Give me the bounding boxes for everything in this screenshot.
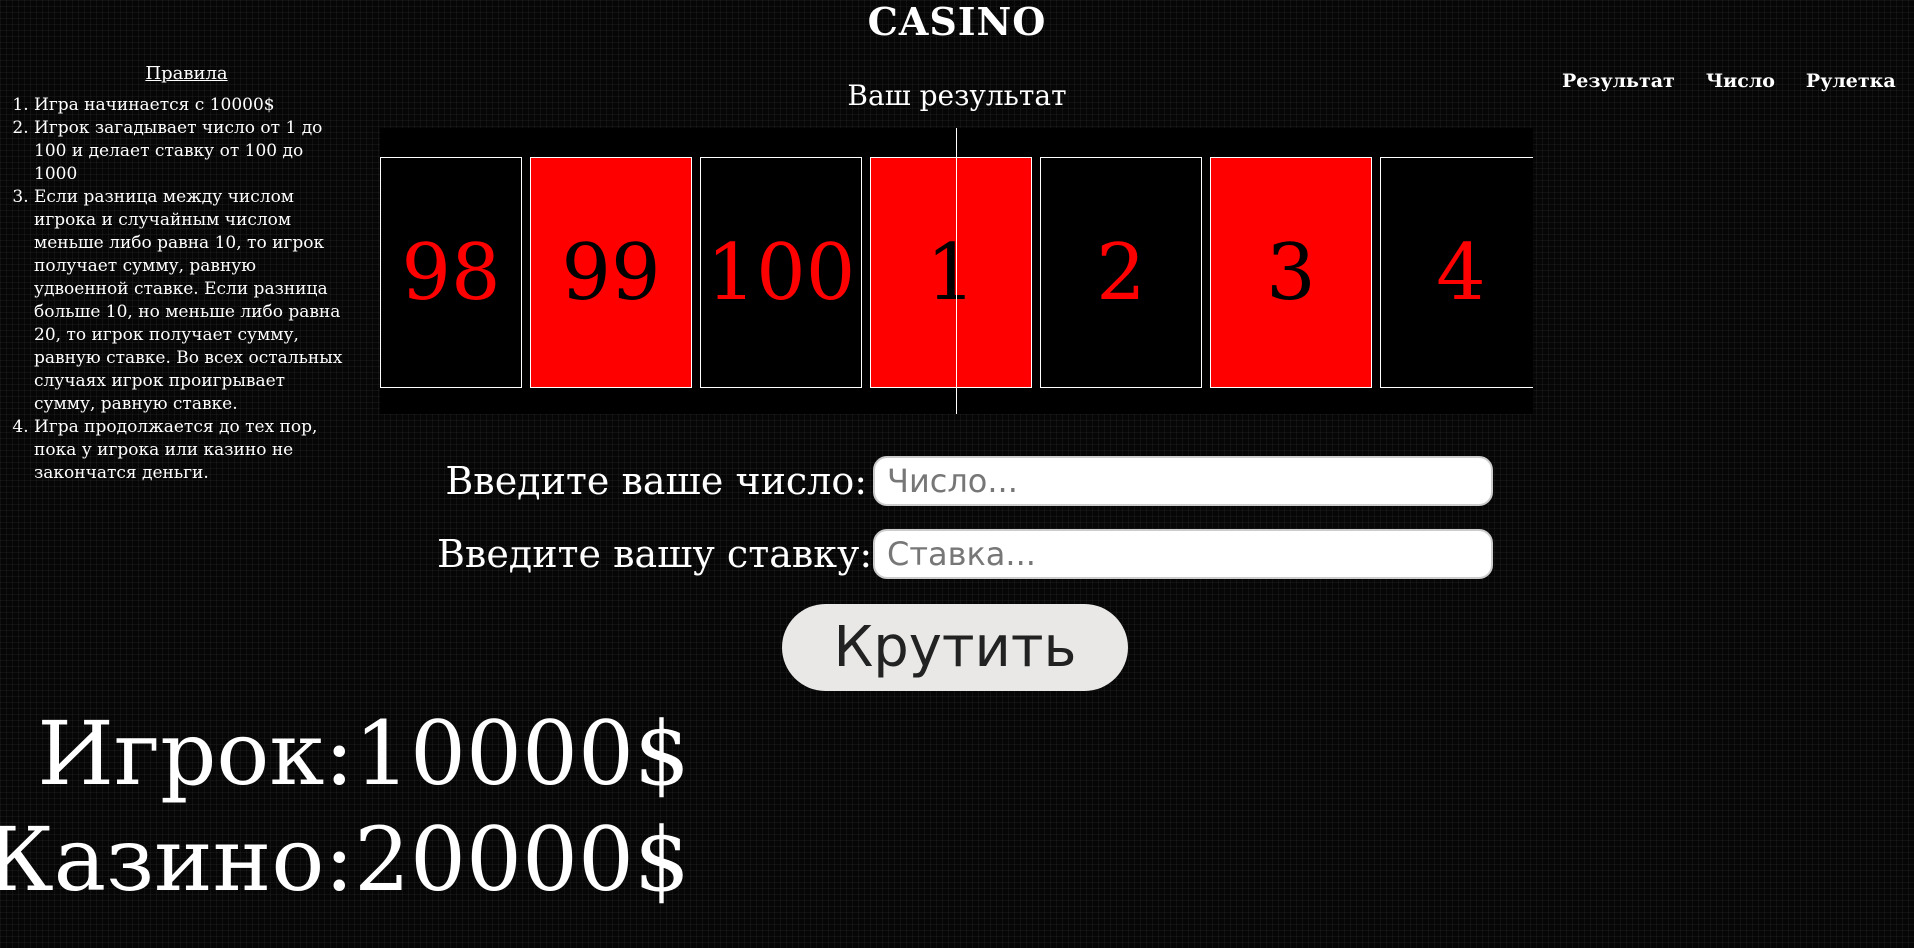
bet-row: Введите вашу ставку:: [437, 529, 1493, 579]
player-value: 10000$: [354, 702, 690, 805]
rule-item: Игра продолжается до тех пор, пока у игр…: [34, 416, 345, 485]
site-title: CASINO: [867, 0, 1047, 44]
number-row: Введите ваше число:: [437, 456, 1493, 506]
spin-button[interactable]: Крутить: [782, 604, 1128, 691]
roulette-cell: 1: [870, 157, 1032, 388]
roulette-wheel: 98 99 100 1 2 3 4: [380, 128, 1533, 414]
rule-item: Игрок загадывает число от 1 до 100 и дел…: [34, 117, 345, 186]
casino-label: Казино:: [0, 808, 355, 911]
bet-label: Введите вашу ставку:: [437, 532, 873, 576]
casino-value: 20000$: [354, 808, 690, 911]
roulette-cell: 2: [1040, 157, 1202, 388]
result-title: Ваш результат: [847, 79, 1067, 112]
rules-panel: Правила Игра начинается с 10000$ Игрок з…: [0, 62, 345, 485]
player-balance: Игрок:10000$: [37, 704, 690, 804]
roulette-cell: 98: [380, 157, 522, 388]
player-label: Игрок:: [37, 702, 355, 805]
roulette-pointer: [956, 128, 957, 414]
bet-input[interactable]: [873, 529, 1493, 579]
rules-list: Игра начинается с 10000$ Игрок загадывае…: [0, 94, 345, 485]
roulette-cell: 3: [1210, 157, 1372, 388]
number-input[interactable]: [873, 456, 1493, 506]
roulette-cell: 100: [700, 157, 862, 388]
casino-balance: Казино:20000$: [0, 810, 690, 910]
rule-item: Если разница между числом игрока и случа…: [34, 186, 345, 416]
number-label: Введите ваше число:: [445, 459, 867, 503]
roulette-cell: 4: [1380, 157, 1533, 388]
roulette-cell: 99: [530, 157, 692, 388]
